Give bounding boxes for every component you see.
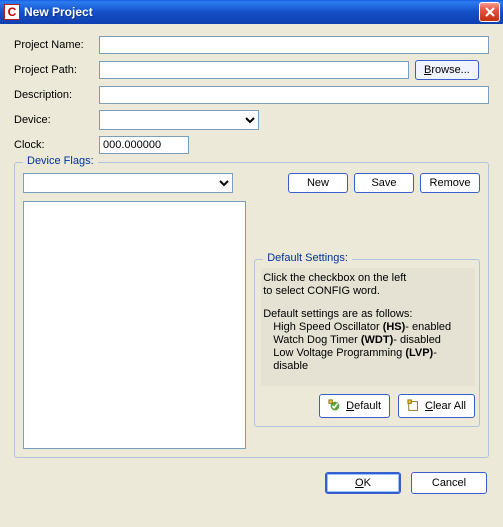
- window-title: New Project: [24, 5, 479, 19]
- save-button[interactable]: Save: [354, 173, 414, 193]
- row-device: Device:: [14, 110, 489, 130]
- browse-label-rest: rowse...: [431, 64, 470, 76]
- clear-icon: [407, 399, 421, 413]
- flags-list[interactable]: [23, 201, 246, 449]
- label-device: Device:: [14, 114, 99, 126]
- label-project-path: Project Path:: [14, 64, 99, 76]
- device-flags-title: Device Flags:: [23, 155, 98, 167]
- device-flags-group: Device Flags: New Save Remove Default Se…: [14, 162, 489, 458]
- default-settings-title: Default Settings:: [263, 252, 352, 264]
- row-clock: Clock:: [14, 136, 489, 154]
- clock-input[interactable]: [99, 136, 189, 154]
- app-icon-letter: C: [8, 5, 17, 19]
- row-project-path: Project Path: Browse...: [14, 60, 489, 80]
- ok-button[interactable]: OK: [325, 472, 401, 494]
- app-icon: C: [4, 4, 20, 20]
- gear-icon: [328, 399, 342, 413]
- row-project-name: Project Name:: [14, 36, 489, 54]
- flags-combo[interactable]: [23, 173, 233, 193]
- client-area: Project Name: Project Path: Browse... De…: [0, 24, 503, 504]
- remove-button[interactable]: Remove: [420, 173, 480, 193]
- device-select[interactable]: [99, 110, 259, 130]
- title-bar: C New Project: [0, 0, 503, 24]
- label-clock: Clock:: [14, 139, 99, 151]
- project-name-input[interactable]: [99, 36, 489, 54]
- default-buttons-row: Default Clear All: [261, 394, 475, 418]
- default-settings-group: Default Settings: Click the checkbox on …: [254, 259, 480, 427]
- project-path-input[interactable]: [99, 61, 409, 79]
- clear-all-button[interactable]: Clear All: [398, 394, 475, 418]
- default-settings-text: Click the checkbox on the left to select…: [261, 268, 475, 386]
- cancel-button[interactable]: Cancel: [411, 472, 487, 494]
- close-button[interactable]: [479, 2, 500, 22]
- dialog-button-row: OK Cancel: [14, 472, 489, 494]
- flags-body: Default Settings: Click the checkbox on …: [23, 201, 480, 449]
- label-project-name: Project Name:: [14, 39, 99, 51]
- flags-top-row: New Save Remove: [23, 173, 480, 193]
- flags-right-column: Default Settings: Click the checkbox on …: [254, 201, 480, 449]
- browse-button[interactable]: Browse...: [415, 60, 479, 80]
- label-description: Description:: [14, 89, 99, 101]
- default-button[interactable]: Default: [319, 394, 390, 418]
- description-input[interactable]: [99, 86, 489, 104]
- new-button[interactable]: New: [288, 173, 348, 193]
- row-description: Description:: [14, 86, 489, 104]
- close-icon: [485, 7, 495, 17]
